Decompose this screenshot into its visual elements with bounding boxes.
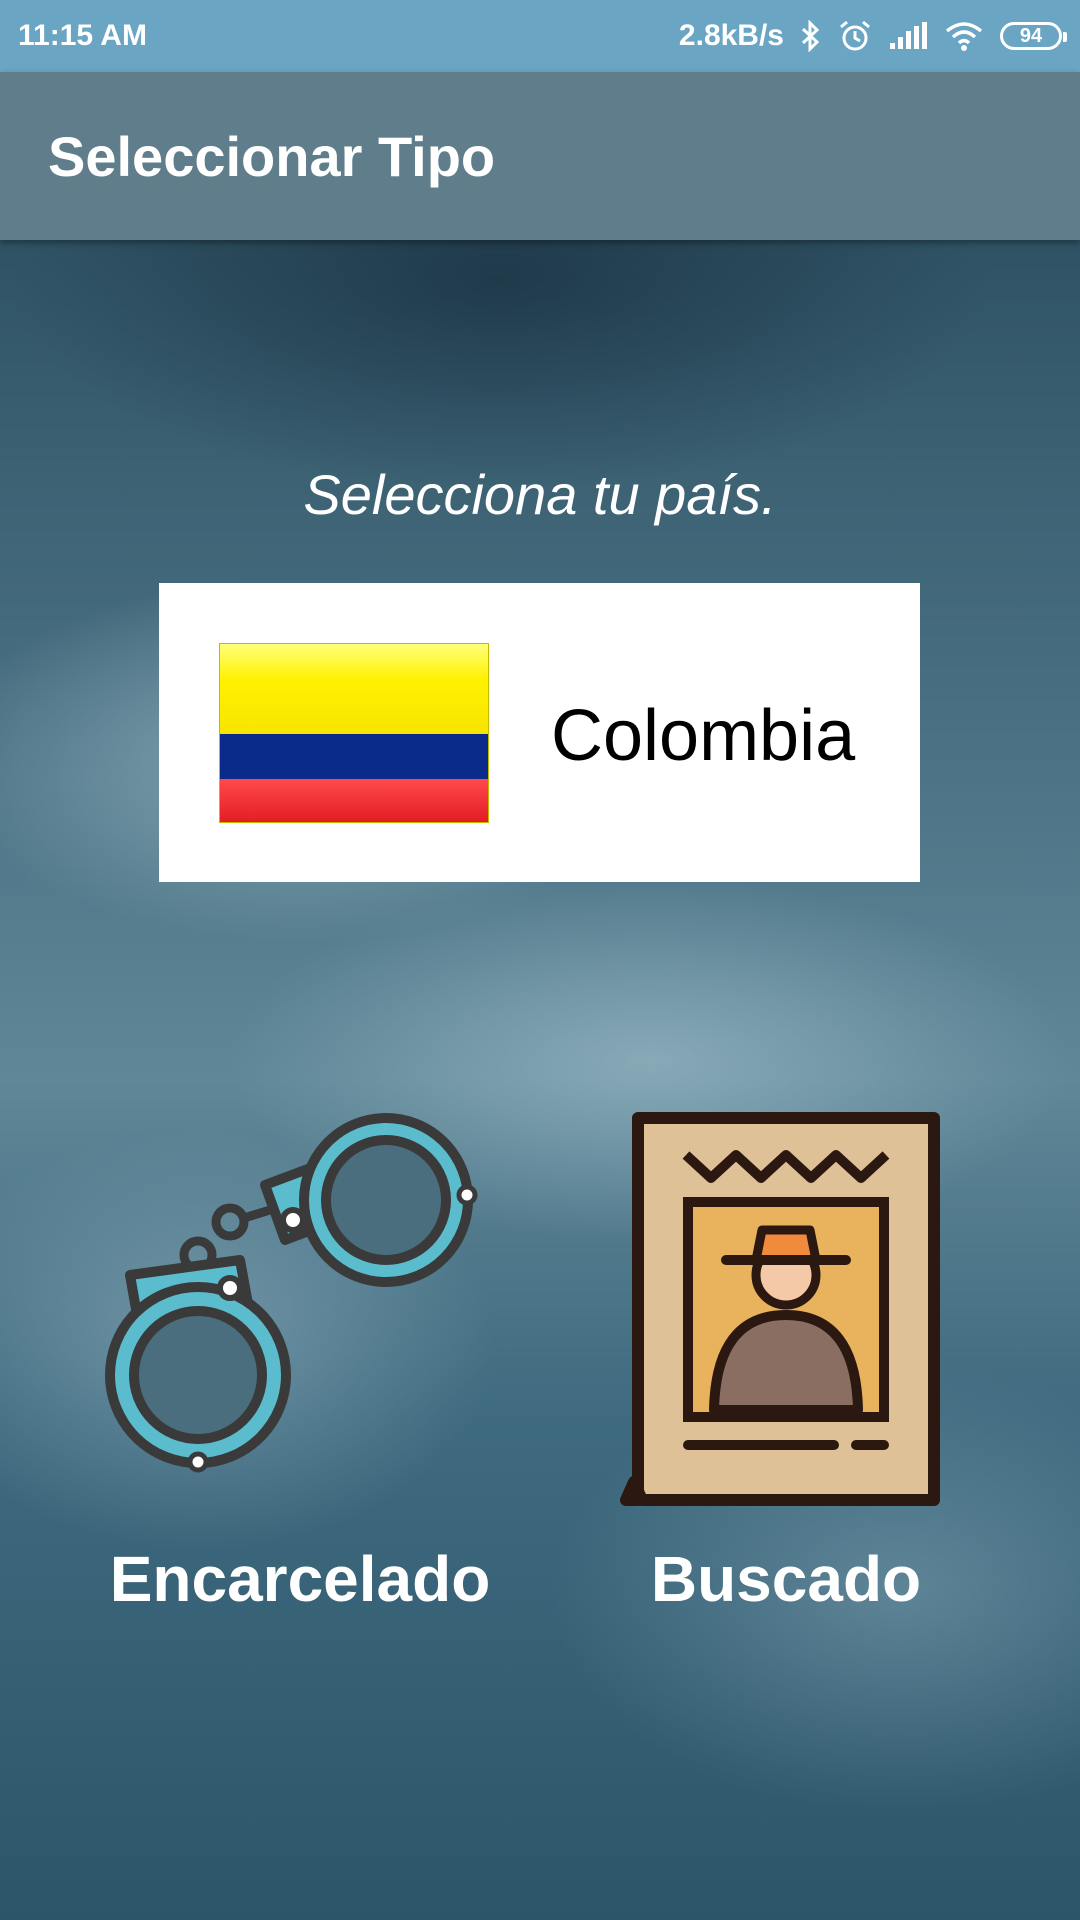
handcuffs-icon: [105, 1113, 478, 1473]
bluetooth-icon: [800, 20, 822, 52]
option-buscado[interactable]: Buscado: [576, 1110, 996, 1630]
status-bar: 11:15 AM 2.8kB/s 94: [0, 0, 1080, 72]
option-encarcelado[interactable]: Encarcelado: [90, 1110, 510, 1630]
network-speed: 2.8kB/s: [678, 19, 784, 52]
battery-icon: 94: [1000, 22, 1067, 50]
status-icons: 2.8kB/s 94: [678, 19, 1067, 53]
flag-stripe-yellow: [220, 644, 488, 734]
main-content: Selecciona tu país. Colombia Encarcelado…: [0, 240, 1080, 1920]
page-title: Seleccionar Tipo: [48, 124, 496, 188]
alarm-icon: [838, 19, 872, 53]
country-name: Colombia: [551, 696, 856, 776]
country-prompt: Selecciona tu país.: [303, 463, 777, 526]
wifi-icon: [944, 21, 984, 51]
country-selector[interactable]: Colombia: [159, 583, 920, 882]
status-time: 11:15 AM: [18, 19, 147, 52]
wanted-poster-icon: [620, 1112, 940, 1506]
flag-stripe-blue: [220, 734, 488, 779]
signal-icon: [888, 21, 928, 51]
colombia-flag-icon: [219, 643, 489, 823]
app-bar: Seleccionar Tipo: [0, 72, 1080, 240]
option-label-encarcelado: Encarcelado: [109, 1543, 491, 1615]
option-label-buscado: Buscado: [650, 1543, 922, 1615]
flag-stripe-red: [220, 779, 488, 822]
